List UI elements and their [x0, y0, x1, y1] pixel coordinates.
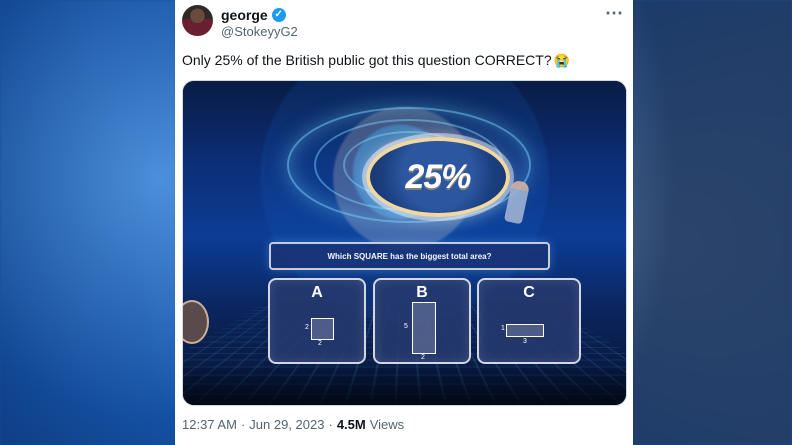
dimension-label: 5 — [404, 323, 408, 330]
dimension-label: 2 — [421, 354, 425, 361]
display-name[interactable]: george — [221, 7, 268, 23]
views-label: Views — [369, 417, 405, 432]
avatar[interactable] — [182, 5, 213, 36]
author-row: george ✓ — [221, 7, 286, 23]
rectangle-shape — [506, 324, 544, 337]
answer-card-c[interactable]: C 1 3 — [477, 278, 581, 364]
rectangle-shape — [412, 302, 436, 354]
meta-separator: · — [328, 417, 333, 432]
tweet-time[interactable]: 12:37 AM — [182, 417, 237, 432]
tweet-image[interactable]: 25% Which SQUARE has the biggest total a… — [182, 80, 627, 406]
dimension-label: 2 — [318, 340, 322, 347]
views-count[interactable]: 4.5M — [337, 417, 366, 432]
tweet-body: Only 25% of the British public got this … — [182, 52, 552, 68]
dimension-label: 1 — [501, 325, 505, 332]
dimension-label: 3 — [523, 338, 527, 345]
square-shape — [311, 318, 334, 340]
tweet-card: george ✓ @StokeyyG2 ⋯ Only 25% of the Br… — [175, 0, 633, 445]
answer-card-b[interactable]: B 5 2 — [373, 278, 471, 364]
dimension-label: 2 — [305, 324, 309, 331]
user-handle[interactable]: @StokeyyG2 — [221, 24, 298, 39]
tweet-text: Only 25% of the British public got this … — [182, 51, 622, 70]
question-bar: Which SQUARE has the biggest total area? — [269, 242, 550, 270]
answer-card-a[interactable]: A 2 2 — [268, 278, 366, 364]
meta-separator: · — [240, 417, 246, 432]
more-options-icon[interactable]: ⋯ — [605, 4, 623, 22]
percentage-text: 25% — [405, 157, 471, 196]
question-text: Which SQUARE has the biggest total area? — [327, 251, 492, 261]
crying-emoji-icon: 😭 — [553, 53, 570, 68]
answer-letter: B — [416, 284, 428, 301]
verified-badge-icon: ✓ — [271, 8, 286, 22]
bottom-shadow — [183, 367, 626, 405]
percentage-disc: 25% — [366, 137, 510, 217]
tweet-date[interactable]: Jun 29, 2023 — [249, 417, 324, 432]
answer-letter: A — [311, 284, 323, 301]
answer-letter: C — [523, 284, 535, 301]
tweet-meta: 12:37 AM · Jun 29, 2023 · 4.5M Views — [182, 417, 404, 432]
